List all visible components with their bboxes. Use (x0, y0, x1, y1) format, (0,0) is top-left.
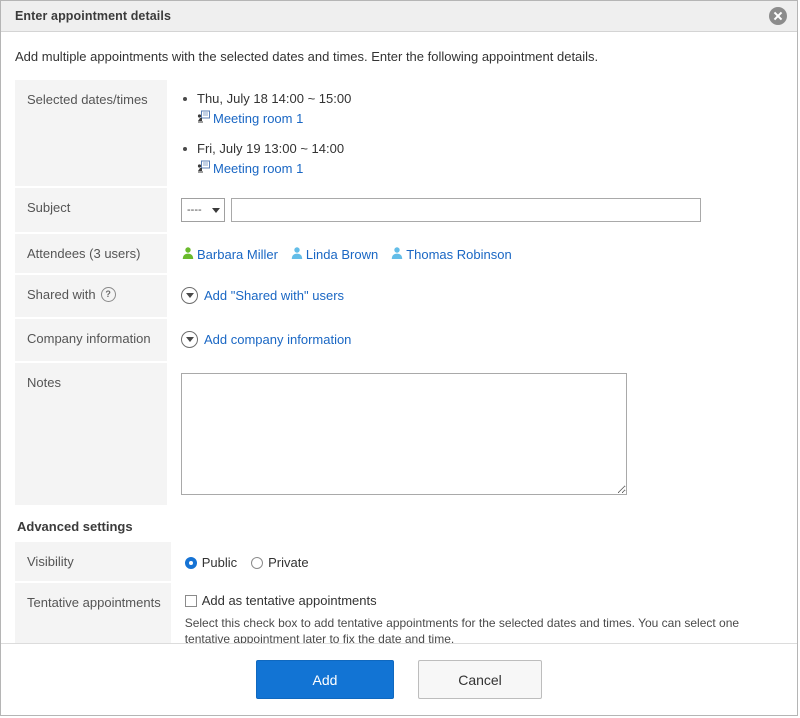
add-company-information-button[interactable]: Add company information (181, 329, 351, 348)
subject-prefix-select[interactable]: ---- (181, 198, 225, 222)
radio-private-indicator (251, 556, 264, 569)
row-shared-with: Shared with ? Add "Shared with" users (15, 275, 785, 317)
date-time-text: Fri, July 19 13:00 ~ 14:00 (197, 141, 345, 156)
attendee-item: Thomas Robinson (390, 246, 512, 263)
dialog-title: Enter appointment details (15, 9, 171, 23)
label-visibility: Visibility (15, 542, 171, 581)
radio-private[interactable]: Private (251, 555, 309, 570)
facility-link[interactable]: Meeting room 1 (213, 111, 303, 126)
shared-with-label-text: Shared with (27, 287, 96, 302)
attendee-link[interactable]: Barbara Miller (197, 247, 278, 262)
user-icon (290, 246, 304, 263)
subject-input[interactable] (231, 198, 701, 222)
list-item: Thu, July 18 14:00 ~ 15:00 Meeting room … (181, 90, 785, 126)
dialog-footer: Add Cancel (1, 643, 797, 715)
radio-public-indicator (184, 556, 197, 569)
row-company-information: Company information Add company informat… (15, 319, 785, 361)
appointment-dialog: Enter appointment details Add multiple a… (0, 0, 798, 716)
date-time-text: Thu, July 18 14:00 ~ 15:00 (197, 91, 352, 106)
subject-prefix-value: ---- (187, 204, 202, 216)
label-company-information: Company information (15, 319, 167, 361)
notes-textarea[interactable] (181, 373, 627, 495)
appointment-form: Selected dates/times Thu, July 18 14:00 … (15, 78, 785, 507)
facility-line: Meeting room 1 (197, 160, 785, 176)
facility-icon (197, 110, 210, 126)
dialog-body: Add multiple appointments with the selec… (1, 32, 797, 643)
facility-line: Meeting room 1 (197, 110, 785, 126)
row-notes: Notes (15, 363, 785, 505)
radio-private-label: Private (268, 555, 309, 570)
row-subject: Subject ---- (15, 188, 785, 232)
row-visibility: Visibility Public Private (15, 542, 785, 581)
selected-dates-list: Thu, July 18 14:00 ~ 15:00 Meeting room … (181, 90, 785, 176)
attendee-link[interactable]: Linda Brown (306, 247, 378, 262)
add-shared-with-users-label: Add "Shared with" users (204, 288, 345, 303)
attendee-item: Linda Brown (290, 246, 378, 263)
shared-with-label-group: Shared with ? (27, 287, 116, 302)
facility-icon (197, 160, 210, 176)
row-attendees: Attendees (3 users) Barbara Miller Linda… (15, 234, 785, 273)
label-shared-with: Shared with ? (15, 275, 167, 317)
tentative-description: Select this check box to add tentative a… (184, 615, 740, 644)
user-icon (390, 246, 404, 263)
row-selected-dates: Selected dates/times Thu, July 18 14:00 … (15, 80, 785, 186)
label-selected-dates: Selected dates/times (15, 80, 167, 186)
attendee-link[interactable]: Thomas Robinson (406, 247, 512, 262)
radio-public-label: Public (201, 555, 238, 570)
chevron-down-circle-icon (181, 287, 198, 304)
close-icon[interactable] (769, 7, 787, 25)
radio-public[interactable]: Public (184, 555, 238, 570)
intro-text: Add multiple appointments with the selec… (15, 49, 599, 64)
advanced-settings-form: Visibility Public Private Tentative appo… (15, 540, 785, 643)
chevron-down-circle-icon (181, 331, 198, 348)
chevron-down-icon (212, 207, 220, 213)
label-attendees: Attendees (3 users) (15, 234, 167, 273)
attendee-item: Barbara Miller (181, 246, 278, 263)
label-subject: Subject (15, 188, 167, 232)
dialog-titlebar: Enter appointment details (1, 1, 797, 32)
tentative-checkbox-label: Add as tentative appointments (201, 593, 377, 608)
add-company-information-label: Add company information (204, 332, 352, 347)
tentative-checkbox-indicator (184, 594, 197, 607)
facility-link[interactable]: Meeting room 1 (213, 161, 303, 176)
cancel-button[interactable]: Cancel (418, 660, 542, 699)
row-tentative-appointments: Tentative appointments Add as tentative … (15, 583, 785, 643)
tentative-checkbox[interactable]: Add as tentative appointments (184, 593, 377, 608)
add-shared-with-users-button[interactable]: Add "Shared with" users (181, 285, 344, 304)
subject-row: ---- (181, 198, 785, 222)
visibility-radio-group: Public Private (184, 552, 785, 570)
label-tentative-appointments: Tentative appointments (15, 583, 171, 643)
advanced-settings-heading: Advanced settings (17, 519, 133, 534)
add-button[interactable]: Add (256, 660, 394, 699)
help-icon[interactable]: ? (100, 287, 116, 302)
label-notes: Notes (15, 363, 167, 505)
user-icon (181, 246, 195, 263)
list-item: Fri, July 19 13:00 ~ 14:00 Meeting room … (181, 140, 785, 176)
attendees-list: Barbara Miller Linda Brown Thomas Robins… (181, 244, 785, 263)
